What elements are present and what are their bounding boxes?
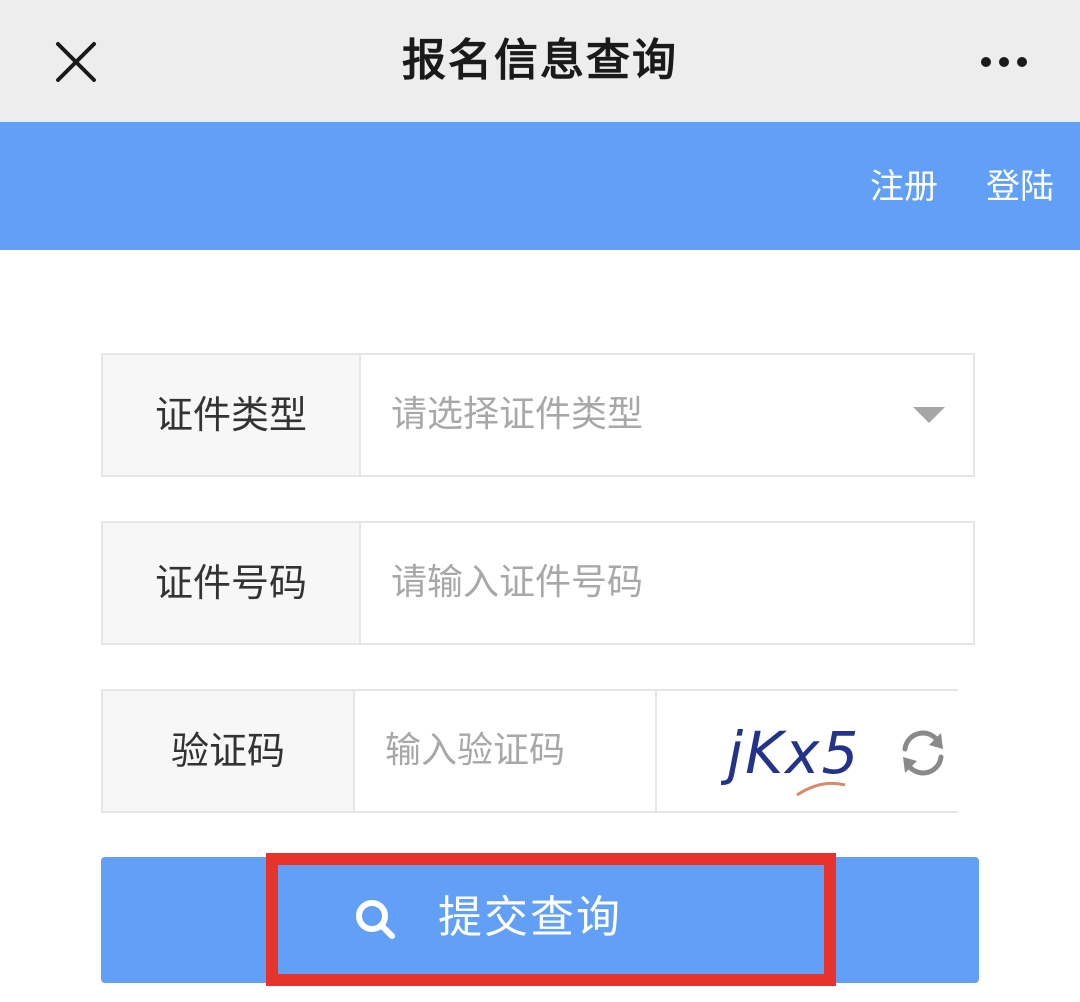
- id-type-select[interactable]: 请选择证件类型: [361, 355, 973, 475]
- id-number-input[interactable]: 请输入证件号码: [361, 523, 973, 643]
- captcha-refresh-button[interactable]: [895, 725, 951, 781]
- captcha-placeholder: 输入验证码: [385, 730, 566, 771]
- captcha-row: 验证码 输入验证码 jKx5: [101, 689, 959, 813]
- id-number-label: 证件号码: [103, 523, 361, 643]
- dropdown-arrow-icon: [913, 407, 945, 423]
- captcha-image[interactable]: jKx5: [721, 703, 871, 803]
- id-type-placeholder: 请选择证件类型: [391, 394, 644, 435]
- id-type-row: 证件类型 请选择证件类型: [101, 353, 975, 477]
- submit-query-label: 提交查询: [438, 892, 622, 943]
- register-link[interactable]: 注册: [870, 162, 938, 212]
- login-link[interactable]: 登陆: [986, 162, 1054, 212]
- id-number-row: 证件号码 请输入证件号码: [101, 521, 975, 645]
- search-icon: [356, 900, 395, 939]
- more-dots-icon: [981, 57, 1027, 67]
- captcha-area: jKx5: [655, 691, 959, 811]
- refresh-icon: [902, 730, 944, 776]
- captcha-input[interactable]: 输入验证码: [355, 691, 655, 811]
- close-icon: [56, 42, 96, 82]
- captcha-image-text: jKx5: [721, 719, 860, 787]
- title-bar: 报名信息查询: [0, 0, 1080, 122]
- close-button[interactable]: [48, 34, 104, 90]
- id-number-placeholder: 请输入证件号码: [391, 562, 644, 603]
- captcha-label: 验证码: [103, 691, 355, 811]
- page-title: 报名信息查询: [402, 35, 678, 86]
- more-button[interactable]: [972, 40, 1036, 84]
- id-type-label: 证件类型: [103, 355, 361, 475]
